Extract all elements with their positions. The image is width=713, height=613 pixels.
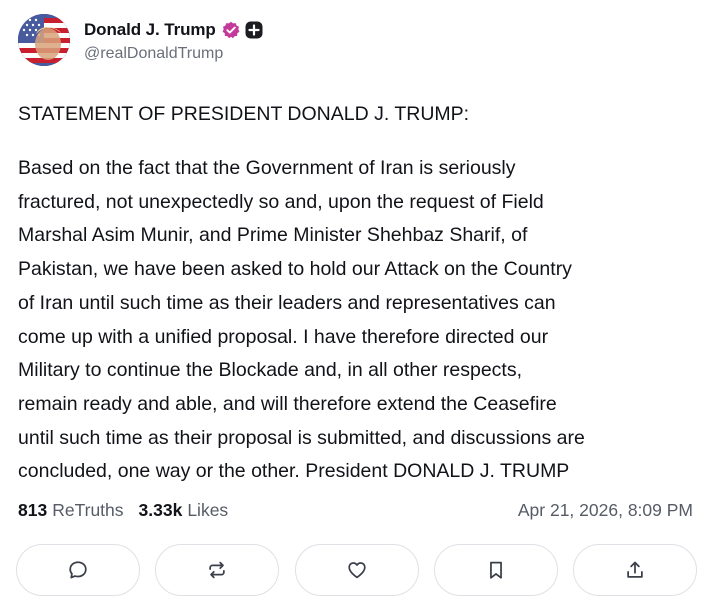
retruths-label: ReTruths [52, 500, 124, 520]
avatar-image [18, 14, 70, 66]
bookmark-icon [489, 561, 502, 579]
comment-icon [69, 561, 87, 579]
share-button[interactable] [573, 544, 697, 596]
post-card: Donald J. Trump @realDonaldTrump STATEME… [0, 0, 713, 613]
post-content: Based on the fact that the Government of… [18, 152, 702, 489]
post-timestamp[interactable]: Apr 21, 2026, 8:09 PM [518, 500, 693, 521]
retruth-button[interactable] [155, 544, 280, 596]
verified-badge-icon [222, 21, 240, 39]
author-identity: Donald J. Trump @realDonaldTrump [84, 17, 263, 63]
post-header: Donald J. Trump @realDonaldTrump [18, 14, 263, 66]
retruths-stat[interactable]: 813 ReTruths [18, 500, 124, 521]
post-text-line: of Iran until such time as their leaders… [18, 291, 556, 314]
likes-count: 3.33k [138, 500, 183, 520]
post-text-line: come up with a unified proposal. I have … [18, 325, 549, 348]
likes-label: Likes [187, 500, 229, 520]
plus-badge-icon [245, 21, 263, 39]
statement-title: STATEMENT OF PRESIDENT DONALD J. TRUMP: [18, 103, 470, 125]
post-text-line: until such time as their proposal is sub… [18, 426, 585, 449]
retruth-icon [209, 561, 225, 579]
reply-button[interactable] [16, 544, 140, 596]
retruths-count: 813 [18, 500, 48, 520]
post-text-line: Military to continue the Blockade and, i… [18, 359, 523, 382]
engagement-stats: 813 ReTruths 3.33k Likes [18, 500, 228, 521]
share-icon [627, 561, 643, 578]
display-name[interactable]: Donald J. Trump [84, 20, 216, 40]
post-text-line: Pakistan, we have been asked to hold our… [18, 258, 572, 281]
bookmark-button[interactable] [433, 544, 558, 596]
post-text-line: Based on the fact that the Government of… [18, 157, 516, 179]
post-text-line: Marshal Asim Munir, and Prime Minister S… [18, 224, 528, 247]
user-handle[interactable]: @realDonaldTrump [84, 45, 263, 63]
post-text-line: remain ready and able, and will therefor… [18, 392, 557, 415]
name-row: Donald J. Trump [84, 17, 263, 43]
heart-icon [347, 562, 366, 579]
post-text-line: fractured, not unexpectedly so and, upon… [18, 190, 544, 213]
like-button[interactable] [294, 544, 419, 596]
avatar[interactable] [18, 14, 70, 66]
post-text-line: concluded, one way or the other. Preside… [18, 460, 570, 483]
likes-stat[interactable]: 3.33k Likes [139, 500, 229, 521]
action-bar [16, 544, 697, 598]
